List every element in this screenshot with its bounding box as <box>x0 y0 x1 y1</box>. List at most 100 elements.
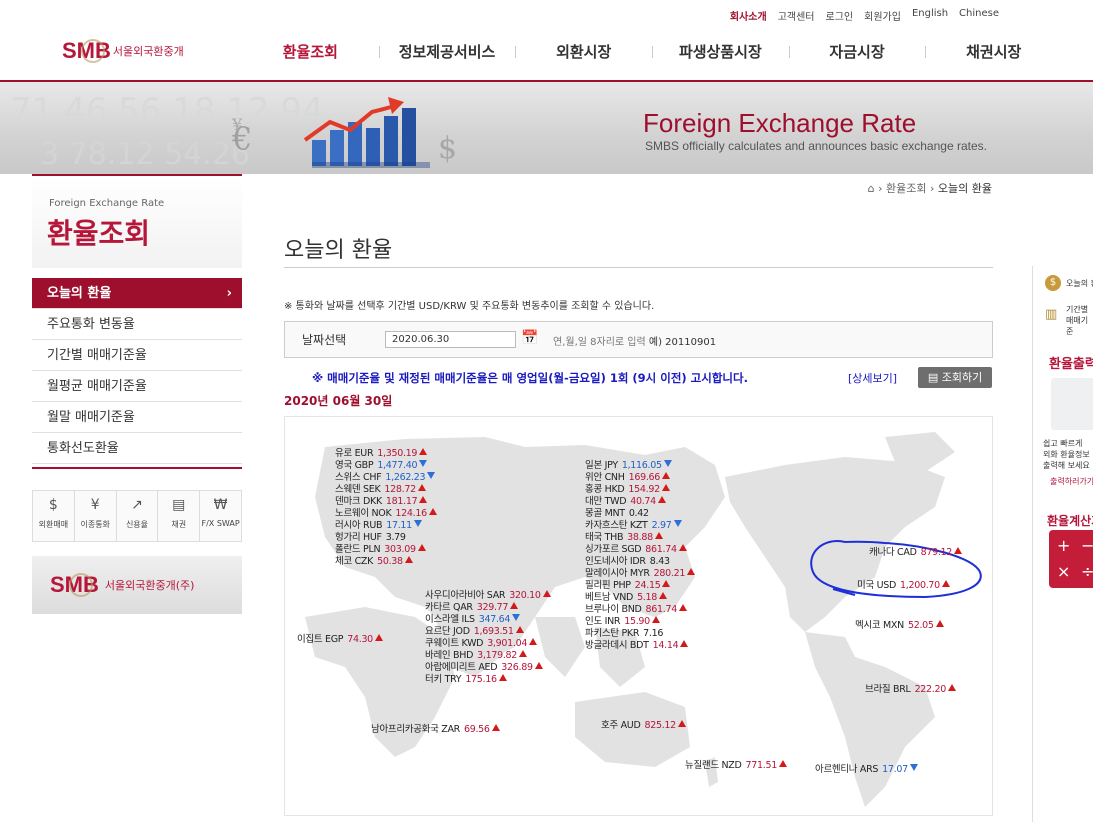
quick-label: 채권 <box>171 520 187 529</box>
arrow-up-icon <box>515 626 524 633</box>
date-label: 날짜선택 <box>302 333 347 347</box>
nav-info-service[interactable]: 정보제공서비스 <box>378 41 516 62</box>
smb-company-box[interactable]: SMB 서울외국환중개(주) <box>32 556 242 614</box>
rate-item[interactable]: 캐나다 CAD 879.12 <box>869 544 963 558</box>
arrow-up-icon <box>428 508 437 515</box>
rate-value: 771.51 <box>745 760 778 771</box>
util-company[interactable]: 회사소개 <box>730 8 767 23</box>
rate-value: 879.12 <box>920 547 953 558</box>
lnb-item-monthly-avg[interactable]: 월평균 매매기준율 <box>32 371 242 402</box>
fx-swap-icon: ₩ <box>213 497 228 513</box>
bar-chart-icon: ▥ <box>1045 307 1058 322</box>
rate-value: 222.20 <box>914 684 947 695</box>
lnb-item-major-change[interactable]: 주요통화 변동율 <box>32 309 242 340</box>
query-button[interactable]: ▤ 조회하기 <box>918 367 992 388</box>
svg-text:¥: ¥ <box>231 115 243 134</box>
quick-credit-rate[interactable]: ↗ 신용율 <box>117 491 159 541</box>
site-logo[interactable]: SMB 서울외국환중개 <box>62 38 184 64</box>
nav-derivatives[interactable]: 파생상품시장 <box>652 41 789 62</box>
arrow-up-icon <box>954 547 963 554</box>
rate-item[interactable]: 터키 TRY 175.16 <box>425 671 507 685</box>
quick-fx-trade[interactable]: $ 외환매매 <box>33 491 75 541</box>
side-menu: 오늘의 환율 주요통화 변동율 기간별 매매기준율 월평균 매매기준율 월말 매… <box>32 278 242 464</box>
banner-graphic-icon: 71.46 56.18 12.94 3 78.12 54.26 € $ ¥ <box>10 91 457 172</box>
arrow-up-icon <box>419 448 428 455</box>
arrow-up-icon <box>519 650 528 657</box>
home-icon[interactable]: ⌂ <box>868 182 875 195</box>
arrow-up-icon <box>935 620 944 627</box>
breadcrumb-current: 오늘의 환율 <box>937 182 992 195</box>
nav-fx-market[interactable]: 외환시장 <box>515 41 652 62</box>
calculator-icon[interactable]: + − × ÷ <box>1049 530 1093 588</box>
printer-icon <box>1051 378 1093 430</box>
rate-value: 52.05 <box>907 620 934 631</box>
currency-name: 미국 USD <box>857 580 896 591</box>
calendar-icon[interactable]: 📅 <box>521 330 538 346</box>
quick-bond[interactable]: ▤ 채권 <box>158 491 201 541</box>
world-rate-map: 유로 EUR 1,350.19 영국 GBP 1,477.40 스위스 CHF 1,262… <box>284 416 993 816</box>
right-item-period[interactable]: 기간별 매매기준 <box>1066 304 1093 337</box>
rate-item[interactable]: 남아프리카공화국 ZAR 69.56 <box>371 721 500 735</box>
arrow-down-icon <box>427 472 436 479</box>
util-login[interactable]: 로그인 <box>826 8 854 23</box>
lnb-item-forward[interactable]: 통화선도환율 <box>32 433 242 464</box>
rate-item[interactable]: 체코 CZK 50.38 <box>335 553 413 567</box>
arrow-up-icon <box>678 604 687 611</box>
lnb-item-month-end[interactable]: 월말 매매기준율 <box>32 402 242 433</box>
right-item-today[interactable]: 오늘의 환율 <box>1066 278 1093 289</box>
rate-item[interactable]: 브라질 BRL 222.20 <box>865 681 957 695</box>
quick-fx-swap[interactable]: ₩ F/X SWAP <box>200 491 241 541</box>
arrow-up-icon <box>651 616 660 623</box>
currency-name: 남아프리카공화국 ZAR <box>371 724 460 735</box>
right-quick-panel: $ 오늘의 환율 ▥ 기간별매매기준 환율출력 쉽고 빠르게외화 환율정보출력해… <box>1032 266 1093 822</box>
arrow-up-icon <box>680 640 689 647</box>
date-input[interactable]: 2020.06.30 <box>385 331 516 348</box>
svg-text:71.46 56.18 12.94: 71.46 56.18 12.94 <box>10 91 324 131</box>
rate-item[interactable]: 호주 AUD 825.12 <box>601 717 686 731</box>
util-customer-center[interactable]: 고객센터 <box>778 8 815 23</box>
quick-links: $ 외환매매 ¥ 이종통화 ↗ 신용율 ▤ 채권 ₩ F/X SWAP <box>32 490 242 542</box>
lnb-item-today-rate[interactable]: 오늘의 환율 <box>32 278 242 309</box>
currency-name: 뉴질랜드 NZD <box>685 760 742 771</box>
svg-text:$: $ <box>438 131 457 166</box>
rate-item[interactable]: 멕시코 MXN 52.05 <box>855 617 944 631</box>
date-hint-example: 예) 20110901 <box>648 337 717 348</box>
quick-cross-currency[interactable]: ¥ 이종통화 <box>75 491 117 541</box>
rate-item[interactable]: 이집트 EGP 74.30 <box>297 631 383 645</box>
arrow-up-icon <box>941 580 950 587</box>
util-english[interactable]: English <box>912 8 948 23</box>
nav-money-market[interactable]: 자금시장 <box>788 41 926 62</box>
utility-links: 회사소개 고객센터 로그인 회원가입 English Chinese <box>730 8 999 23</box>
quick-label: 외환매매 <box>38 520 69 529</box>
arrow-up-icon <box>661 484 670 491</box>
arrow-down-icon <box>419 460 428 467</box>
lnb-header: Foreign Exchange Rate 환율조회 <box>32 174 242 268</box>
rate-value: 825.12 <box>644 720 676 731</box>
rate-print-desc: 쉽고 빠르게 외화 환율정보 출력해 보세요 <box>1043 438 1090 471</box>
arrow-up-icon <box>419 496 428 503</box>
lnb-header-en: Foreign Exchange Rate <box>49 198 165 209</box>
arrow-up-icon <box>662 580 671 587</box>
currency-name: 호주 AUD <box>601 720 641 731</box>
util-join[interactable]: 회원가입 <box>864 8 901 23</box>
rate-value: 175.16 <box>465 674 497 685</box>
rate-value: 74.30 <box>347 634 373 645</box>
arrow-down-icon <box>413 520 422 527</box>
detail-link[interactable]: [상세보기] <box>848 370 897 386</box>
bond-icon: ▤ <box>172 497 186 513</box>
nav-exchange-rate[interactable]: 환율조회 <box>242 41 379 62</box>
hero-banner: 71.46 56.18 12.94 3 78.12 54.26 € $ ¥ Fo… <box>0 82 1093 174</box>
util-chinese[interactable]: Chinese <box>959 8 999 23</box>
rate-item[interactable]: 방글라데시 BDT 14.14 <box>585 637 689 651</box>
page-title: 오늘의 환율 <box>284 238 393 263</box>
breadcrumb-item[interactable]: 환율조회 <box>886 182 926 195</box>
nav-bond-market[interactable]: 채권시장 <box>925 41 1062 62</box>
rate-calculator-title: 환율계산기 <box>1047 514 1093 528</box>
rate-item[interactable]: 아르헨티나 ARS 17.07 <box>815 761 918 775</box>
rate-print-link[interactable]: 출력하러가기 <box>1050 476 1093 487</box>
rate-item[interactable]: 미국 USD 1,200.70 <box>857 577 950 591</box>
arrow-up-icon <box>491 724 500 731</box>
arrow-up-icon <box>659 592 668 599</box>
rate-item[interactable]: 뉴질랜드 NZD 771.51 <box>685 757 787 771</box>
lnb-item-period-rate[interactable]: 기간별 매매기준율 <box>32 340 242 371</box>
